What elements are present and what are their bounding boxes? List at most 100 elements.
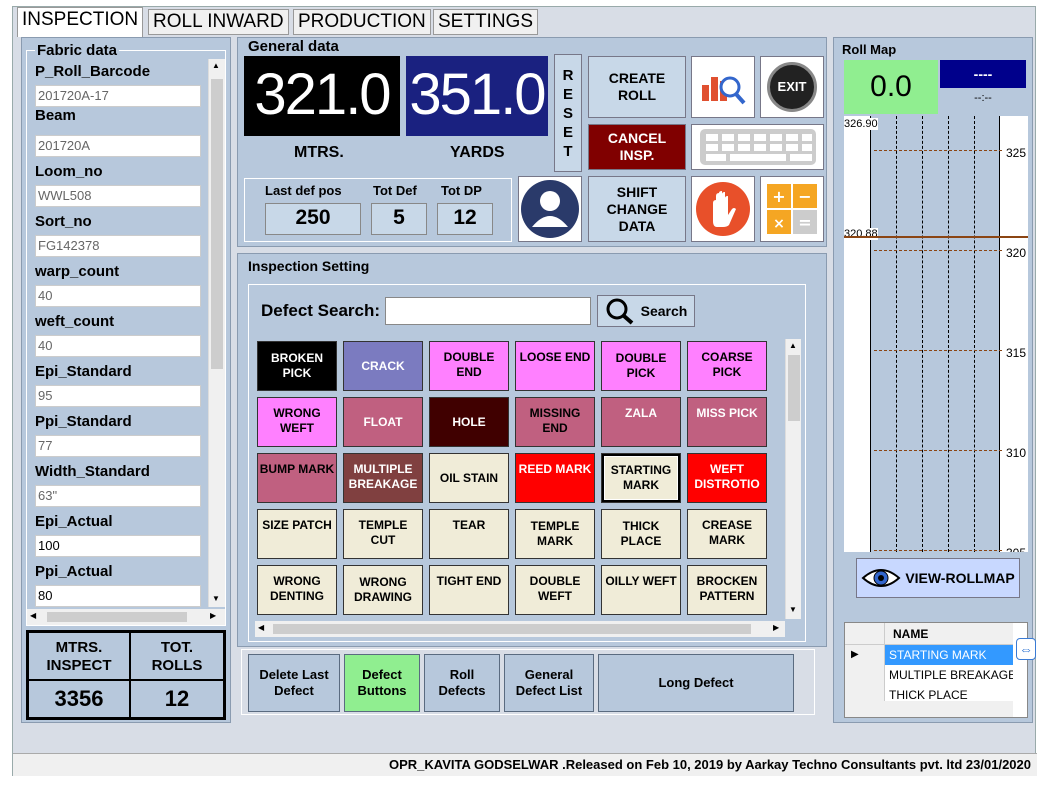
reset-button[interactable]: R E S E T bbox=[554, 54, 582, 172]
svg-text:+: + bbox=[772, 187, 785, 206]
scroll-down-icon[interactable]: ▼ bbox=[212, 594, 220, 603]
defect-button-5[interactable]: COARSE PICK bbox=[687, 341, 767, 391]
defect-scrollbar-h[interactable]: ◀ ▶ bbox=[255, 621, 785, 637]
defect-scroll-thumb[interactable] bbox=[788, 355, 800, 421]
scroll-up-icon[interactable]: ▲ bbox=[212, 61, 220, 70]
defect-button-4[interactable]: DOUBLE PICK bbox=[601, 341, 681, 391]
tab-settings[interactable]: SETTINGS bbox=[433, 9, 539, 35]
scroll-thumb[interactable] bbox=[211, 79, 223, 369]
roll-defect-line bbox=[844, 236, 1028, 238]
exit-button[interactable]: EXIT bbox=[760, 56, 824, 118]
tab-roll-inward[interactable]: ROLL INWARD bbox=[148, 9, 289, 35]
scroll-h-thumb[interactable] bbox=[47, 612, 187, 622]
fabric-scrollbar-h[interactable]: ◀ ▶ bbox=[27, 609, 225, 625]
mtrs-inspect-label: MTRS. INSPECT bbox=[29, 633, 131, 681]
teamviewer-icon[interactable]: ⇔ bbox=[1016, 638, 1036, 660]
tab-inspection[interactable]: INSPECTION bbox=[17, 7, 144, 37]
defect-button-8[interactable]: HOLE bbox=[429, 397, 509, 447]
defect-button-15[interactable]: REED MARK bbox=[515, 453, 595, 503]
roll-tick-line-2 bbox=[874, 350, 1002, 351]
defect-button-29[interactable]: BROCKEN PATTERN bbox=[687, 565, 767, 615]
defect-button-21[interactable]: TEMPLE MARK bbox=[515, 509, 595, 559]
defect-button-0[interactable]: BROKEN PICK bbox=[257, 341, 337, 391]
defect-button-22[interactable]: THICK PLACE bbox=[601, 509, 681, 559]
defect-button-7[interactable]: FLOAT bbox=[343, 397, 423, 447]
defect-search-input[interactable] bbox=[385, 297, 591, 325]
search-button[interactable]: Search bbox=[597, 295, 695, 327]
defect-button-26[interactable]: TIGHT END bbox=[429, 565, 509, 615]
field-value-5[interactable]: 40 bbox=[35, 335, 201, 357]
roll-map-canvas[interactable]: 326.90 320.88 325 320 315 310 305 bbox=[844, 116, 1028, 552]
defect-scroll-down-icon[interactable]: ▼ bbox=[789, 605, 797, 614]
grid-scrollbar-h[interactable] bbox=[845, 701, 1013, 717]
field-value-10[interactable]: 80 bbox=[35, 585, 201, 607]
totals-box: MTRS. INSPECT TOT. ROLLS 3356 12 bbox=[26, 630, 226, 720]
defect-scroll-left-icon[interactable]: ◀ bbox=[258, 623, 264, 632]
keyboard-button[interactable] bbox=[691, 124, 824, 170]
view-rollmap-button[interactable]: VIEW-ROLLMAP bbox=[856, 558, 1020, 598]
defect-button-25[interactable]: WRONG DRAWING bbox=[343, 565, 423, 615]
defect-scroll-right-icon[interactable]: ▶ bbox=[773, 623, 779, 632]
field-value-3[interactable]: FG142378 bbox=[35, 235, 201, 257]
defect-scroll-h-thumb[interactable] bbox=[273, 624, 751, 634]
field-value-1[interactable]: 201720A bbox=[35, 135, 201, 157]
user-button[interactable] bbox=[518, 176, 582, 242]
defect-button-19[interactable]: TEMPLE CUT bbox=[343, 509, 423, 559]
create-roll-button[interactable]: CREATE ROLL bbox=[588, 56, 686, 118]
defect-name-grid[interactable]: NAME ▶ STARTING MARK MULTIPLE BREAKAGE THIC… bbox=[844, 622, 1028, 718]
defect-button-6[interactable]: WRONG WEFT bbox=[257, 397, 337, 447]
defect-button-10[interactable]: ZALA bbox=[601, 397, 681, 447]
roll-line-2 bbox=[922, 116, 923, 552]
field-value-7[interactable]: 77 bbox=[35, 435, 201, 457]
defect-button-12[interactable]: BUMP MARK bbox=[257, 453, 337, 503]
defect-search-label: Defect Search: bbox=[261, 301, 381, 320]
defect-scroll-up-icon[interactable]: ▲ bbox=[789, 341, 797, 350]
defect-button-11[interactable]: MISS PICK bbox=[687, 397, 767, 447]
grid-row-name[interactable]: MULTIPLE BREAKAGE bbox=[885, 665, 1013, 685]
defect-button-20[interactable]: TEAR bbox=[429, 509, 509, 559]
defect-scrollbar-v[interactable]: ▲ ▼ bbox=[785, 339, 801, 619]
field-value-6[interactable]: 95 bbox=[35, 385, 201, 407]
general-defect-list-button[interactable]: General Defect List bbox=[504, 654, 594, 712]
defect-button-16[interactable]: STARTING MARK bbox=[601, 453, 681, 503]
scroll-right-icon[interactable]: ▶ bbox=[210, 611, 216, 620]
tot-rolls-label: TOT. ROLLS bbox=[131, 633, 223, 681]
grid-row-header[interactable] bbox=[845, 665, 885, 685]
field-value-0[interactable]: 201720A-17 bbox=[35, 85, 201, 107]
cancel-insp-button[interactable]: CANCEL INSP. bbox=[588, 124, 686, 170]
long-defect-button[interactable]: Long Defect bbox=[598, 654, 794, 712]
field-value-2[interactable]: WWL508 bbox=[35, 185, 201, 207]
svg-text:=: = bbox=[798, 213, 811, 232]
scroll-left-icon[interactable]: ◀ bbox=[30, 611, 36, 620]
field-value-8[interactable]: 63" bbox=[35, 485, 201, 507]
delete-last-defect-button[interactable]: Delete Last Defect bbox=[248, 654, 340, 712]
fabric-data-pane: Fabric data P_Roll_Barcode 201720A-17 Beam… bbox=[21, 37, 231, 723]
defect-button-9[interactable]: MISSING END bbox=[515, 397, 595, 447]
roll-map-time: --:-- bbox=[974, 92, 992, 104]
defect-button-14[interactable]: OIL STAIN bbox=[429, 453, 509, 503]
defect-button-3[interactable]: LOOSE END bbox=[515, 341, 595, 391]
defect-buttons-button[interactable]: Defect Buttons bbox=[344, 654, 420, 712]
defect-button-24[interactable]: WRONG DENTING bbox=[257, 565, 337, 615]
defect-button-2[interactable]: DOUBLE END bbox=[429, 341, 509, 391]
roll-defects-button[interactable]: Roll Defects bbox=[424, 654, 500, 712]
field-value-4[interactable]: 40 bbox=[35, 285, 201, 307]
defect-button-1[interactable]: CRACK bbox=[343, 341, 423, 391]
fabric-scrollbar-v[interactable]: ▲ ▼ bbox=[208, 59, 225, 607]
tab-production[interactable]: PRODUCTION bbox=[293, 9, 431, 35]
defect-button-18[interactable]: SIZE PATCH bbox=[257, 509, 337, 559]
calculator-button[interactable]: + − × = bbox=[760, 176, 824, 242]
defect-button-27[interactable]: DOUBLE WEFT bbox=[515, 565, 595, 615]
grid-row-name[interactable]: STARTING MARK bbox=[885, 645, 1013, 665]
defect-button-13[interactable]: MULTIPLE BREAKAGE bbox=[343, 453, 423, 503]
roll-map-value2: ---- bbox=[940, 60, 1026, 88]
report-search-button[interactable] bbox=[691, 56, 755, 118]
defect-button-17[interactable]: WEFT DISTROTIO bbox=[687, 453, 767, 503]
bottom-button-bar: Delete Last Defect Defect Buttons Roll D… bbox=[241, 649, 815, 715]
defect-button-23[interactable]: CREASE MARK bbox=[687, 509, 767, 559]
grid-row-header[interactable]: ▶ bbox=[845, 645, 885, 665]
field-value-9[interactable]: 100 bbox=[35, 535, 201, 557]
shift-change-button[interactable]: SHIFT CHANGE DATA bbox=[588, 176, 686, 242]
stop-button[interactable] bbox=[691, 176, 755, 242]
defect-button-28[interactable]: OILLY WEFT bbox=[601, 565, 681, 615]
